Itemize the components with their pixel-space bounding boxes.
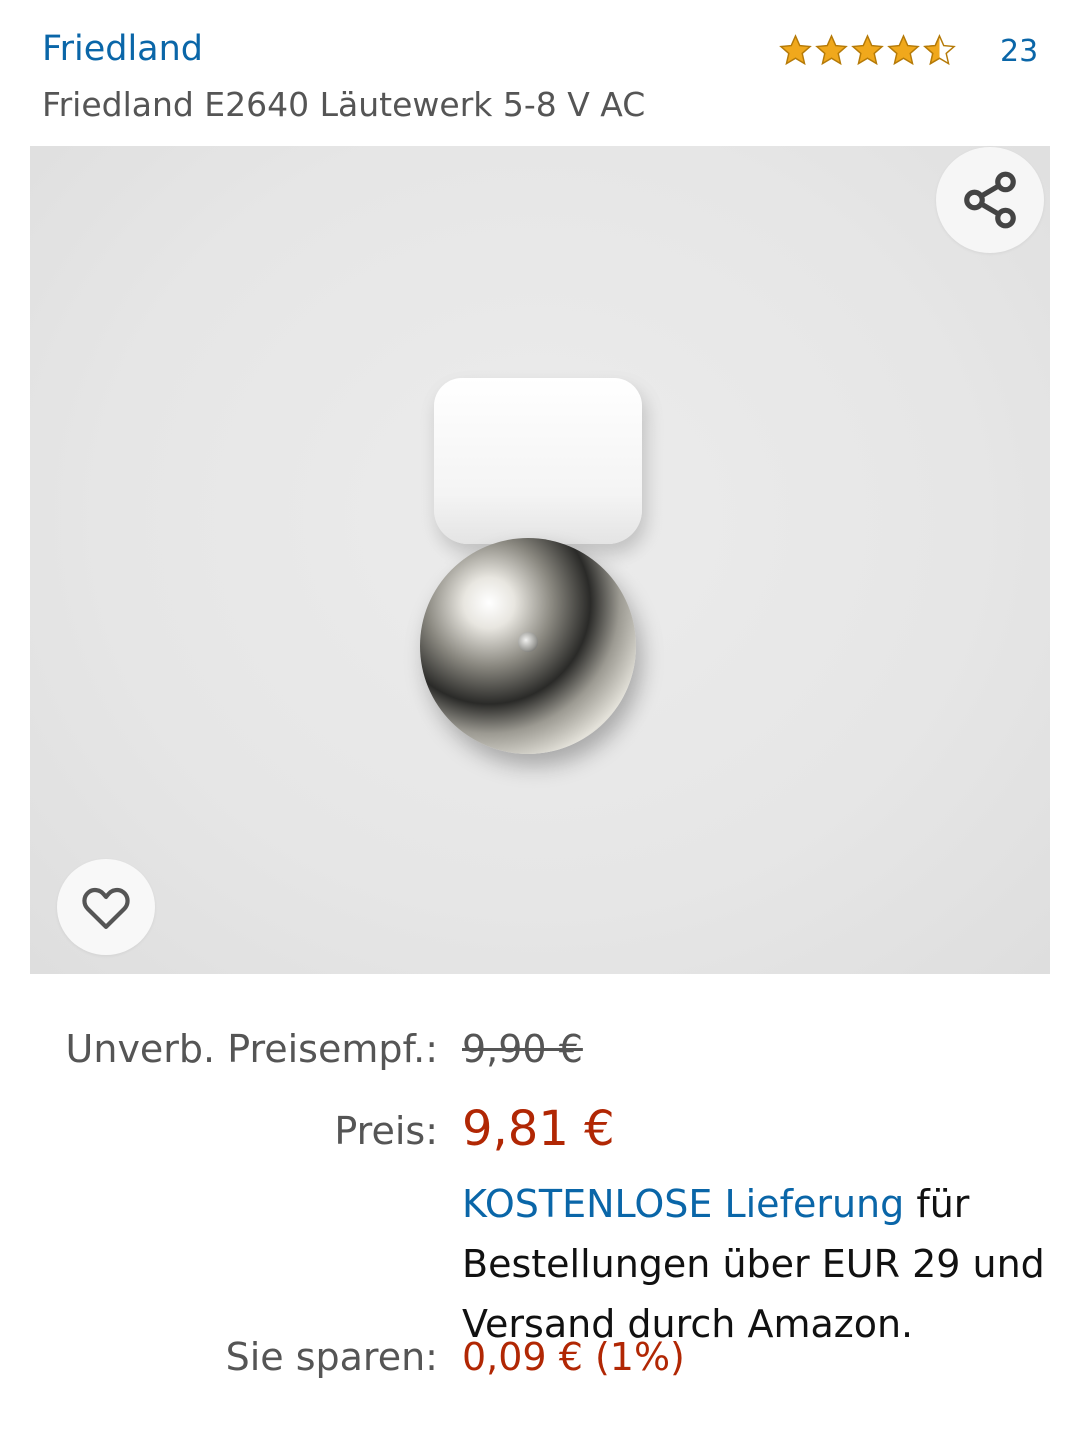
free-delivery-link[interactable]: KOSTENLOSE Lieferung [462,1182,904,1226]
savings-label: Sie sparen: [225,1335,438,1379]
share-icon [964,171,1016,229]
heart-outline-icon [82,887,130,929]
share-button[interactable] [936,147,1044,253]
list-price-label: Unverb. Preisempf.: [65,1027,438,1071]
savings-value: 0,09 € (1%) [462,1335,685,1379]
star-full-icon [851,33,884,65]
list-price-value: 9,90 € [462,1027,583,1071]
brand-link[interactable]: Friedland [42,28,203,70]
price-label: Preis: [334,1109,438,1153]
bell-dome-graphic [420,538,636,754]
star-rating[interactable] [778,30,957,70]
star-full-icon [887,33,920,65]
star-full-icon [815,33,848,65]
review-count-link[interactable]: 23 [1000,32,1038,72]
product-detail-page: Friedland 23 Friedland E2640 Läutewerk 5… [0,0,1080,1435]
bell-housing-graphic [434,378,642,544]
delivery-info: KOSTENLOSE Lieferung für Bestellungen üb… [462,1174,1052,1354]
star-full-icon [779,33,812,65]
product-title: Friedland E2640 Läutewerk 5-8 V AC [42,85,646,124]
price-value: 9,81 € [462,1101,615,1157]
bell-screw-graphic [518,632,538,652]
stars-group [778,33,957,68]
product-image[interactable] [30,146,1050,974]
star-half-icon [923,33,956,65]
favorite-button[interactable] [57,859,155,955]
